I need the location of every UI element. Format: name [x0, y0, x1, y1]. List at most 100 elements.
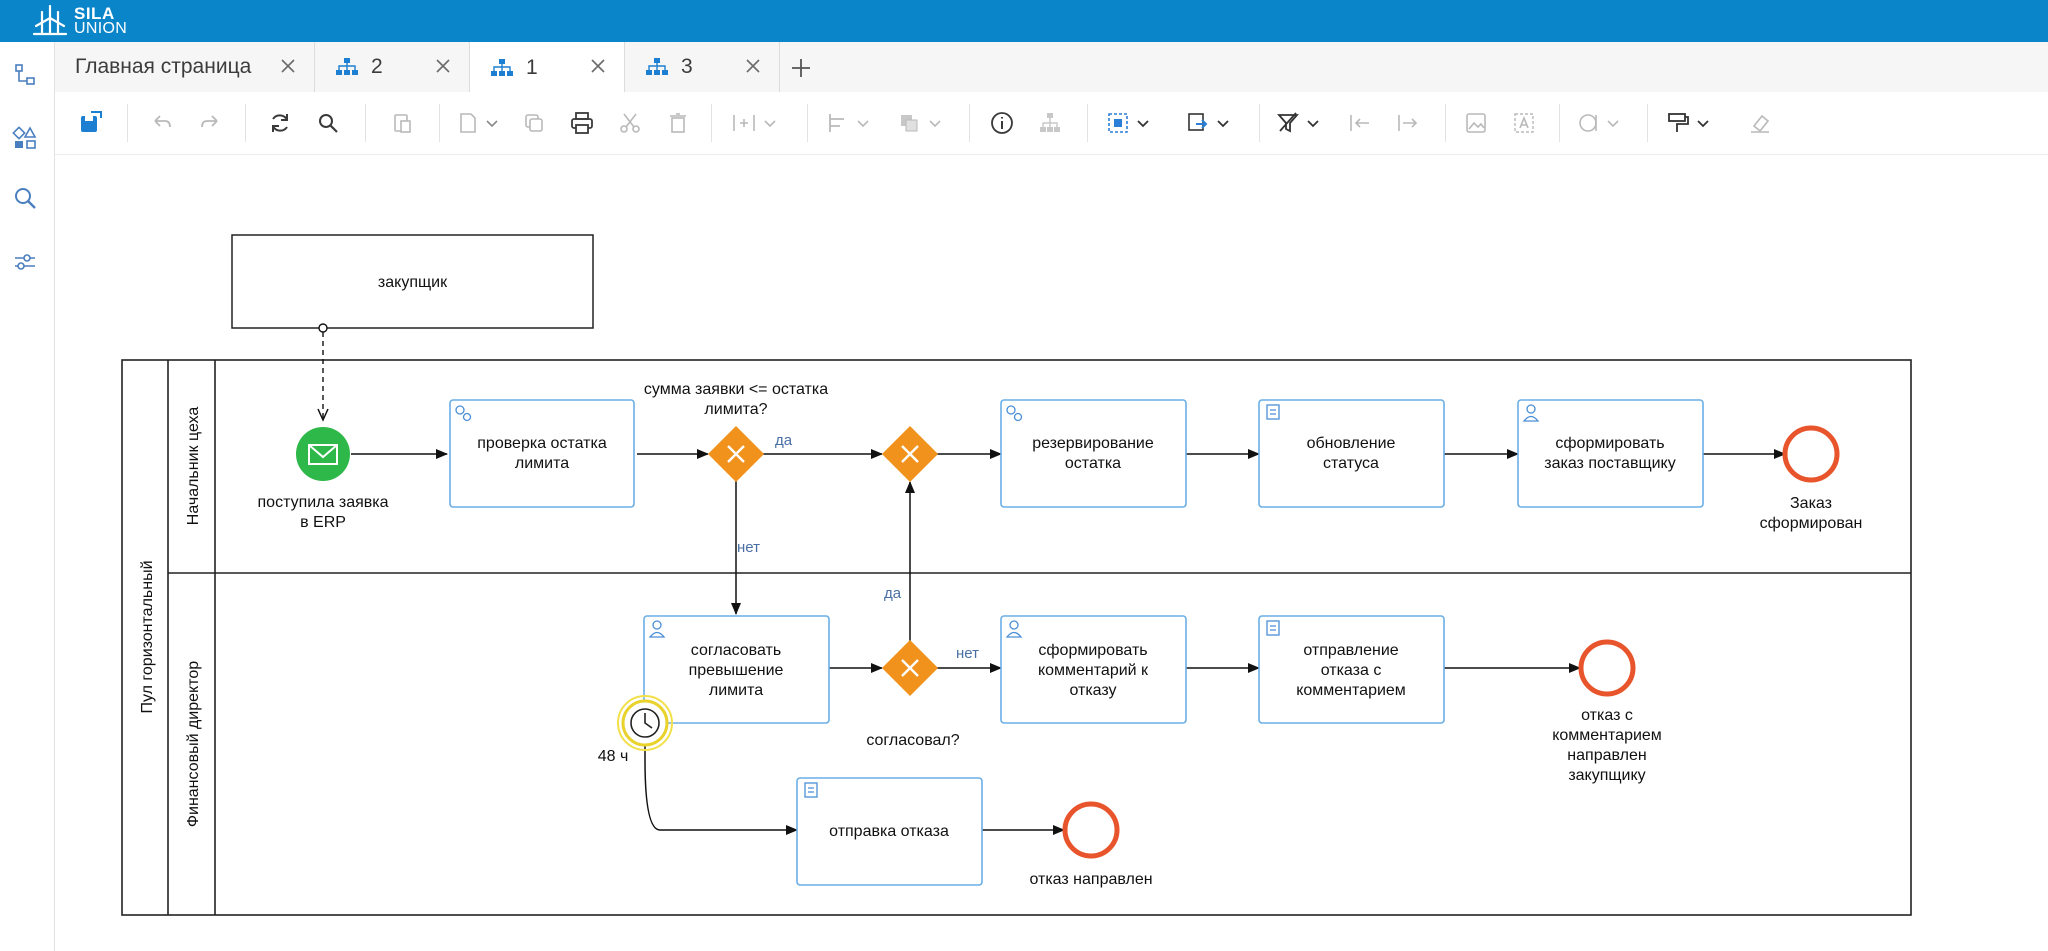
redo-icon[interactable]	[193, 106, 227, 140]
flow-label: да	[775, 432, 793, 449]
end-event-refusal[interactable]: отказ направлен	[1029, 801, 1153, 888]
diagram-icon	[335, 57, 359, 77]
text-box-icon[interactable]	[1507, 106, 1541, 140]
align-icon[interactable]	[823, 106, 879, 140]
tab-label: Главная страница	[75, 55, 252, 78]
svg-text:Заказ: Заказ	[1790, 495, 1832, 512]
end-event-order[interactable]: Заказ сформирован	[1760, 425, 1863, 532]
filter-clear-icon[interactable]	[1273, 106, 1329, 140]
gateway-label: согласовал?	[866, 732, 959, 749]
svg-text:сумма заявки <= остатка: сумма заявки <= остатка	[644, 381, 828, 398]
task-refusal-comment[interactable]: сформировать комментарий к отказу	[1000, 615, 1187, 724]
task-approve-excess[interactable]: согласовать превышение лимита	[643, 615, 830, 724]
svg-text:сформирован: сформирован	[1760, 515, 1863, 532]
svg-text:сформировать: сформировать	[1555, 435, 1664, 452]
info-icon[interactable]	[985, 106, 1019, 140]
flow-label: нет	[737, 539, 760, 556]
svg-text:комментарий к: комментарий к	[1038, 662, 1149, 679]
tab-diagram-1[interactable]: 1	[470, 42, 625, 93]
collapse-left-icon[interactable]	[1343, 106, 1377, 140]
task-send-refusal[interactable]: отправка отказа	[796, 777, 983, 886]
start-event-label: поступила заявка	[258, 494, 389, 511]
tab-label: 1	[526, 55, 538, 79]
lane-label: Финансовый директор	[185, 661, 202, 827]
svg-text:обновление: обновление	[1307, 435, 1396, 452]
select-icon[interactable]	[1103, 106, 1159, 140]
hierarchy-icon[interactable]	[1033, 106, 1067, 140]
gateway-merge[interactable]	[882, 426, 938, 482]
logo-icon	[32, 4, 68, 36]
gateway-approved[interactable]: согласовал?	[866, 640, 960, 749]
task-reserve[interactable]: резервирование остатка	[1000, 399, 1187, 508]
diagram-canvas[interactable]: закупщик Пул горизонтальный Начальник це…	[55, 155, 2048, 951]
tab-diagram-3[interactable]: 3	[625, 42, 780, 92]
format-painter-icon[interactable]	[1663, 106, 1719, 140]
end-event-refusal-comment[interactable]: отказ с комментарием направлен закупщику	[1552, 639, 1662, 784]
cut-icon[interactable]	[613, 106, 647, 140]
tab-label: 3	[681, 55, 693, 78]
search-icon[interactable]	[9, 182, 41, 214]
add-tab-button[interactable]	[785, 52, 817, 84]
tab-label: 2	[371, 55, 383, 78]
paste-icon[interactable]	[385, 106, 419, 140]
print-icon[interactable]	[565, 106, 599, 140]
logo-line-2: UNION	[74, 20, 128, 37]
task-update-status[interactable]: обновление статуса	[1258, 399, 1445, 508]
participant-box[interactable]: закупщик	[231, 234, 594, 329]
svg-text:заказ поставщику: заказ поставщику	[1544, 455, 1675, 472]
delete-icon[interactable]	[661, 106, 695, 140]
lane-label: Начальник цеха	[185, 407, 202, 526]
close-icon[interactable]	[276, 54, 300, 78]
start-event[interactable]: поступила заявка в ERP	[258, 427, 389, 531]
tab-diagram-2[interactable]: 2	[315, 42, 470, 92]
gateway-limit-check[interactable]: сумма заявки <= остатка лимита?	[644, 381, 828, 482]
refresh-icon[interactable]	[263, 106, 297, 140]
eraser-icon[interactable]	[1743, 106, 1777, 140]
task-order-supplier[interactable]: сформировать заказ поставщику	[1517, 399, 1704, 508]
sliders-icon[interactable]	[9, 246, 41, 278]
participant-label: закупщик	[378, 274, 448, 291]
diagram-icon	[645, 57, 669, 77]
pool-label: Пул горизонтальный	[139, 560, 156, 713]
save-icon[interactable]	[73, 106, 107, 140]
undo-icon[interactable]	[145, 106, 179, 140]
zoom-icon[interactable]	[311, 106, 345, 140]
svg-text:направлен: направлен	[1567, 747, 1646, 764]
svg-text:сформировать: сформировать	[1038, 642, 1147, 659]
timer-label: 48 ч	[598, 748, 629, 765]
insert-column-icon[interactable]	[727, 106, 787, 140]
svg-text:отправление: отправление	[1303, 642, 1398, 659]
svg-text:согласовать: согласовать	[691, 642, 781, 659]
message-flow	[317, 323, 329, 422]
plus-icon	[792, 59, 810, 77]
export-icon[interactable]	[1183, 106, 1239, 140]
tab-home[interactable]: Главная страница	[55, 42, 315, 92]
svg-text:остатка: остатка	[1065, 455, 1121, 472]
add-page-icon[interactable]	[453, 106, 505, 140]
close-icon[interactable]	[586, 54, 610, 78]
image-icon[interactable]	[1459, 106, 1493, 140]
svg-text:лимита: лимита	[515, 455, 569, 472]
duplicate-icon[interactable]	[517, 106, 551, 140]
close-icon[interactable]	[431, 54, 455, 78]
task-send-refusal-comment[interactable]: отправление отказа с комментарием	[1258, 615, 1445, 724]
task-check-limit[interactable]: проверка остатка лимита	[449, 399, 635, 508]
shape-style-icon[interactable]	[1573, 106, 1629, 140]
svg-text:проверка остатка: проверка остатка	[477, 435, 607, 452]
close-icon[interactable]	[741, 54, 765, 78]
arrange-icon[interactable]	[895, 106, 951, 140]
shapes-icon[interactable]	[9, 122, 41, 154]
svg-text:отказу: отказу	[1069, 682, 1116, 699]
toolbar	[55, 92, 2048, 155]
logo-line-1: SILA	[74, 4, 115, 23]
sila-union-logo[interactable]: SILA UNION	[30, 3, 127, 39]
svg-text:отказа с: отказа с	[1321, 662, 1382, 679]
svg-text:отказ с: отказ с	[1581, 707, 1633, 724]
timer-event[interactable]: 48 ч	[598, 695, 673, 765]
svg-text:комментарием: комментарием	[1296, 682, 1406, 699]
svg-text:резервирование: резервирование	[1032, 435, 1154, 452]
end-event-label: отказ направлен	[1029, 871, 1152, 888]
collapse-right-icon[interactable]	[1391, 106, 1425, 140]
task-label: отправка отказа	[829, 823, 949, 840]
diagram-tree-icon[interactable]	[9, 59, 41, 91]
